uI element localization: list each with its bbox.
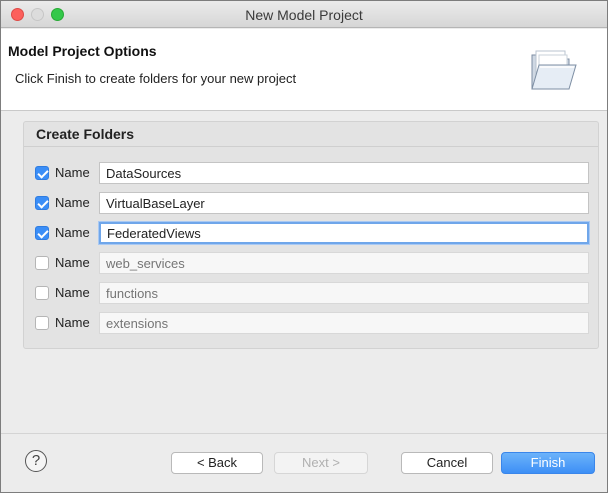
- open-folder-icon: [531, 50, 577, 90]
- folder-row: Name: [35, 282, 595, 304]
- folder-checkbox[interactable]: [35, 226, 49, 240]
- folder-name-field[interactable]: [99, 192, 589, 214]
- folder-checkbox[interactable]: [35, 166, 49, 180]
- folder-name-field[interactable]: [99, 162, 589, 184]
- new-model-project-dialog: New Model Project Model Project Options …: [0, 0, 608, 493]
- window-title: New Model Project: [245, 7, 363, 23]
- folder-name-label: Name: [55, 315, 90, 330]
- folder-name-field[interactable]: [99, 252, 589, 274]
- folder-name-label: Name: [55, 285, 90, 300]
- folder-row: Name: [35, 192, 595, 214]
- folder-row: Name: [35, 312, 595, 334]
- page-description: Click Finish to create folders for your …: [15, 71, 297, 86]
- title-bar[interactable]: New Model Project: [1, 1, 607, 28]
- folder-name-field[interactable]: [99, 282, 589, 304]
- page-title: Model Project Options: [8, 43, 157, 59]
- folder-checkbox[interactable]: [35, 256, 49, 270]
- folder-name-label: Name: [55, 165, 90, 180]
- folder-row: Name: [35, 162, 595, 184]
- folder-checkbox[interactable]: [35, 286, 49, 300]
- folder-checkbox[interactable]: [35, 196, 49, 210]
- folder-name-field[interactable]: [99, 312, 589, 334]
- folder-row: Name: [35, 222, 595, 244]
- create-folders-group: Create Folders Name Name Name Name Name: [23, 121, 599, 349]
- folder-name-label: Name: [55, 195, 90, 210]
- folder-row: Name: [35, 252, 595, 274]
- wizard-header: Model Project Options Click Finish to cr…: [1, 29, 607, 111]
- folder-checkbox[interactable]: [35, 316, 49, 330]
- next-button[interactable]: Next >: [274, 452, 368, 474]
- group-title: Create Folders: [36, 126, 135, 142]
- footer-divider: [1, 433, 607, 434]
- cancel-button[interactable]: Cancel: [401, 452, 493, 474]
- help-icon[interactable]: ?: [25, 450, 47, 472]
- back-button[interactable]: < Back: [171, 452, 263, 474]
- folder-name-label: Name: [55, 225, 90, 240]
- folder-name-field[interactable]: [99, 222, 589, 244]
- group-divider: [24, 146, 598, 147]
- finish-button[interactable]: Finish: [501, 452, 595, 474]
- folder-name-label: Name: [55, 255, 90, 270]
